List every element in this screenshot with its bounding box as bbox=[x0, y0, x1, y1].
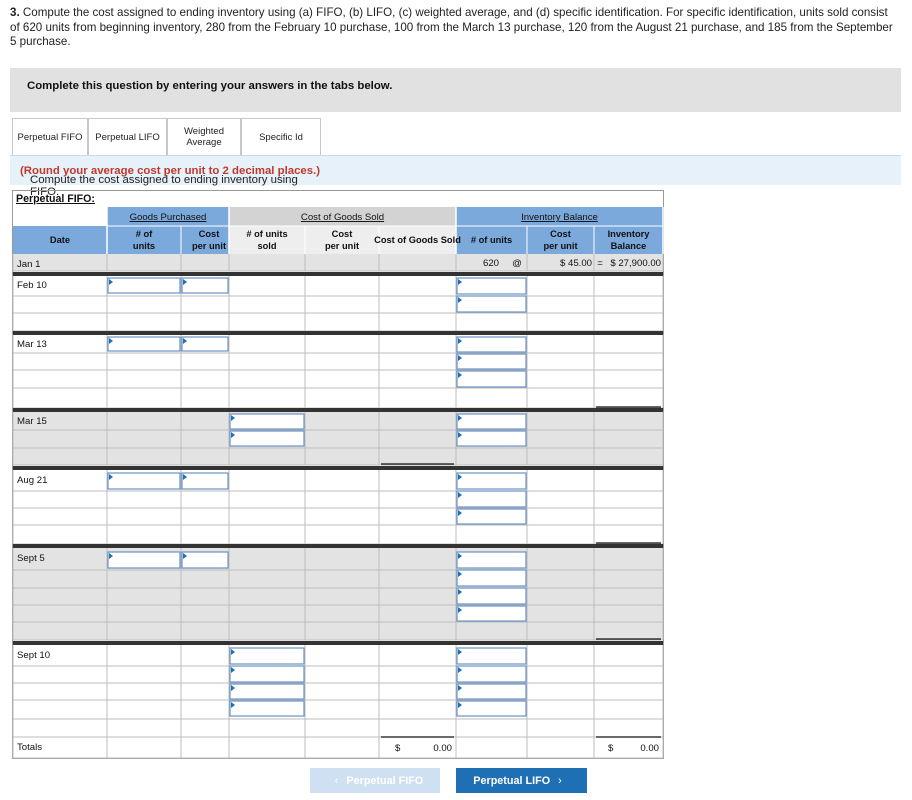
banner-text: Complete this question by entering your … bbox=[27, 80, 393, 92]
question-number: 3. bbox=[10, 6, 20, 19]
tab-specific-id[interactable]: Specific Id bbox=[241, 118, 321, 156]
question-body: Compute the cost assigned to ending inve… bbox=[10, 6, 893, 48]
instruction-bar: Compute the cost assigned to ending inve… bbox=[10, 155, 901, 198]
question-text: 3. Compute the cost assigned to ending i… bbox=[10, 6, 900, 50]
chevron-right-icon: › bbox=[558, 774, 562, 787]
table-title: Perpetual FIFO: bbox=[16, 193, 95, 205]
tab-perpetual-fifo[interactable]: Perpetual FIFO bbox=[12, 118, 88, 156]
tab-weighted-average[interactable]: Weighted Average bbox=[167, 118, 241, 156]
prev-tab-label: Perpetual FIFO bbox=[346, 774, 424, 787]
fifo-table-container: Perpetual FIFO: bbox=[12, 190, 664, 759]
next-tab-label: Perpetual LIFO bbox=[473, 774, 551, 787]
chevron-left-icon: ‹ bbox=[334, 774, 339, 787]
tab-perpetual-lifo[interactable]: Perpetual LIFO bbox=[88, 118, 167, 156]
instruction-text: Compute the cost assigned to ending inve… bbox=[20, 165, 320, 198]
instructions-banner: Complete this question by entering your … bbox=[10, 68, 901, 112]
next-tab-button[interactable]: Perpetual LIFO › bbox=[456, 768, 587, 793]
prev-tab-button[interactable]: ‹ Perpetual FIFO bbox=[310, 768, 440, 793]
